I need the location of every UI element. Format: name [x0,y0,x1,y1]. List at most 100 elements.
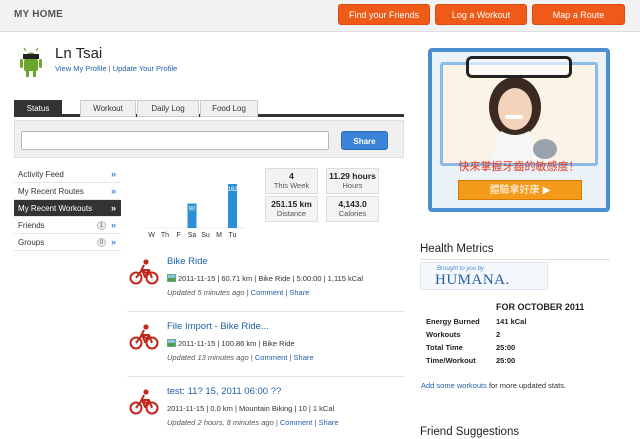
share-button[interactable]: Share [341,131,388,150]
nav-label: My Recent Workouts [18,204,93,213]
tab-food-log[interactable]: Food Log [200,100,258,117]
nav-recent-workouts[interactable]: My Recent Workouts » [14,200,121,217]
metric-label: Time/Workout [426,356,476,365]
metric-label: Workouts [426,330,461,339]
meta-separator: | [285,288,288,297]
feed-title-link[interactable]: test: 11? 15, 2011 06:00 ?? [167,386,281,397]
chart-tick-label: F [176,232,180,239]
feed-title-link[interactable]: Bike Ride [167,256,208,267]
feed-detail-text: 2011-11-15 | 60.71 km | Bike Ride | 5:00… [178,274,363,283]
feed-meta: Updated 5 minutes ago | Comment | Share [167,288,309,297]
nav-friends[interactable]: Friends 1 » [14,217,121,234]
log-workout-button[interactable]: Log a Workout [435,4,527,25]
share-link[interactable]: Share [319,418,339,427]
chart-tick-label: M [216,232,222,239]
share-link[interactable]: Share [294,353,314,362]
update-profile-link[interactable]: Update Your Profile [113,64,178,73]
nav-label: Activity Feed [18,170,64,179]
find-friends-button[interactable]: Find your Friends [338,4,430,25]
stat-value: 4 [289,171,294,181]
weekly-bar-chart: W Th F 90 Sa Su M 162 Tu [145,184,245,239]
chevron-right-icon: » [110,186,116,196]
chart-tick-label: Th [161,232,169,239]
advertisement-banner[interactable]: 快來掌握牙齒的敏感度！ 體驗拿好康 ▶ [428,48,610,212]
feed-meta: Updated 13 minutes ago | Comment | Share [167,353,314,362]
add-workouts-suffix: for more updated stats. [488,381,567,390]
nav-activity-feed[interactable]: Activity Feed » [14,166,121,183]
feed-detail-text: 2011-11-15 | 100.86 km | Bike Ride [178,339,295,348]
map-thumbnail-icon[interactable] [167,274,176,282]
chart-tick-label: Tu [229,232,237,239]
metric-value: 25:00 [496,343,516,352]
nav-label: Friends [18,221,45,230]
chart-tick-label: W [148,232,155,239]
stat-workouts: 4 This Week [265,168,318,194]
updated-time: Updated 13 minutes ago | [167,353,253,362]
view-profile-link[interactable]: View My Profile [55,64,107,73]
nav-recent-routes[interactable]: My Recent Routes » [14,183,121,200]
add-workouts-link[interactable]: Add some workouts [421,381,487,390]
chart-data-label: 162 [227,187,238,193]
sponsor-logo[interactable]: Brought to you by HUMANA. [420,262,548,290]
stat-value: 11.29 hours [329,171,376,181]
metric-row: Time/Workout 25:00 [426,356,606,369]
feed-item: Bike Ride 2011-11-15 | 60.71 km | Bike R… [127,252,405,312]
health-metrics-title: Health Metrics [420,243,494,255]
profile-links: View My Profile | Update Your Profile [55,64,177,73]
stat-value: 4,143.0 [338,199,367,209]
metric-row: Total Time 25:00 [426,343,606,356]
cyclist-icon [129,389,159,415]
status-input[interactable] [21,131,329,150]
comment-link[interactable]: Comment [280,418,313,427]
metric-value: 141 kCal [496,317,527,326]
add-workouts-note: Add some workouts for more updated stats… [421,381,566,390]
stat-value: 251.15 km [271,199,312,209]
updated-time: Updated 2 hours, 8 minutes ago | [167,418,278,427]
metric-value: 2 [496,330,501,339]
chevron-right-icon: » [110,169,116,179]
metric-label: Energy Burned [426,317,480,326]
top-bar: MY HOME Find your Friends Log a Workout … [0,0,640,32]
metrics-period: FOR OCTOBER 2011 [496,302,585,312]
nav-groups[interactable]: Groups 0 » [14,234,121,251]
updated-time: Updated 5 minutes ago | [167,288,249,297]
chart-data-label: 90 [189,207,196,213]
stat-label: Distance [276,209,307,218]
stat-label: Calories [338,209,367,218]
avatar[interactable] [16,45,46,79]
feed-meta: Updated 2 hours, 8 minutes ago | Comment… [167,418,339,427]
link-separator: | [108,64,111,73]
feed-detail: 2011-11-15 | 60.71 km | Bike Ride | 5:00… [167,274,363,283]
page-title: MY HOME [14,9,63,20]
chevron-right-icon: » [110,237,116,247]
map-route-button[interactable]: Map a Route [532,4,625,25]
feed-detail: 2011-11-15 | 0.0 km | Mountain Biking | … [167,404,334,413]
feed-title-link[interactable]: File Import - Bike Ride... [167,321,269,332]
count-badge: 1 [97,221,106,230]
cyclist-icon [129,259,159,285]
feed-detail-text: 2011-11-15 | 0.0 km | Mountain Biking | … [167,404,335,413]
nav-label: My Recent Routes [18,187,84,196]
tab-workout[interactable]: Workout [80,100,136,117]
chevron-right-icon: » [110,220,116,230]
tab-bar: Status Workout Daily Log Food Log [14,100,404,117]
comment-link[interactable]: Comment [251,288,284,297]
map-thumbnail-icon[interactable] [167,339,176,347]
status-composer: Share [14,120,404,158]
stat-label: Hours [342,181,363,190]
ad-cta-button[interactable]: 體驗拿好康 ▶ [458,180,582,200]
comment-link[interactable]: Comment [255,353,288,362]
share-link[interactable]: Share [289,288,309,297]
metric-label: Total Time [426,343,463,352]
left-nav: Activity Feed » My Recent Routes » My Re… [14,166,121,251]
sponsor-name: HUMANA. [435,272,510,288]
stat-distance: 251.15 km Distance [265,196,318,222]
stat-calories: 4,143.0 Calories [326,196,379,222]
nav-label: Groups [18,238,45,247]
tab-status[interactable]: Status [14,100,62,117]
friend-suggestions-title: Friend Suggestions [420,426,520,438]
feed-item: File Import - Bike Ride... 2011-11-15 | … [127,317,405,377]
tab-daily-log[interactable]: Daily Log [137,100,199,117]
stat-hours: 11.29 hours Hours [326,168,379,194]
meta-separator: | [289,353,292,362]
